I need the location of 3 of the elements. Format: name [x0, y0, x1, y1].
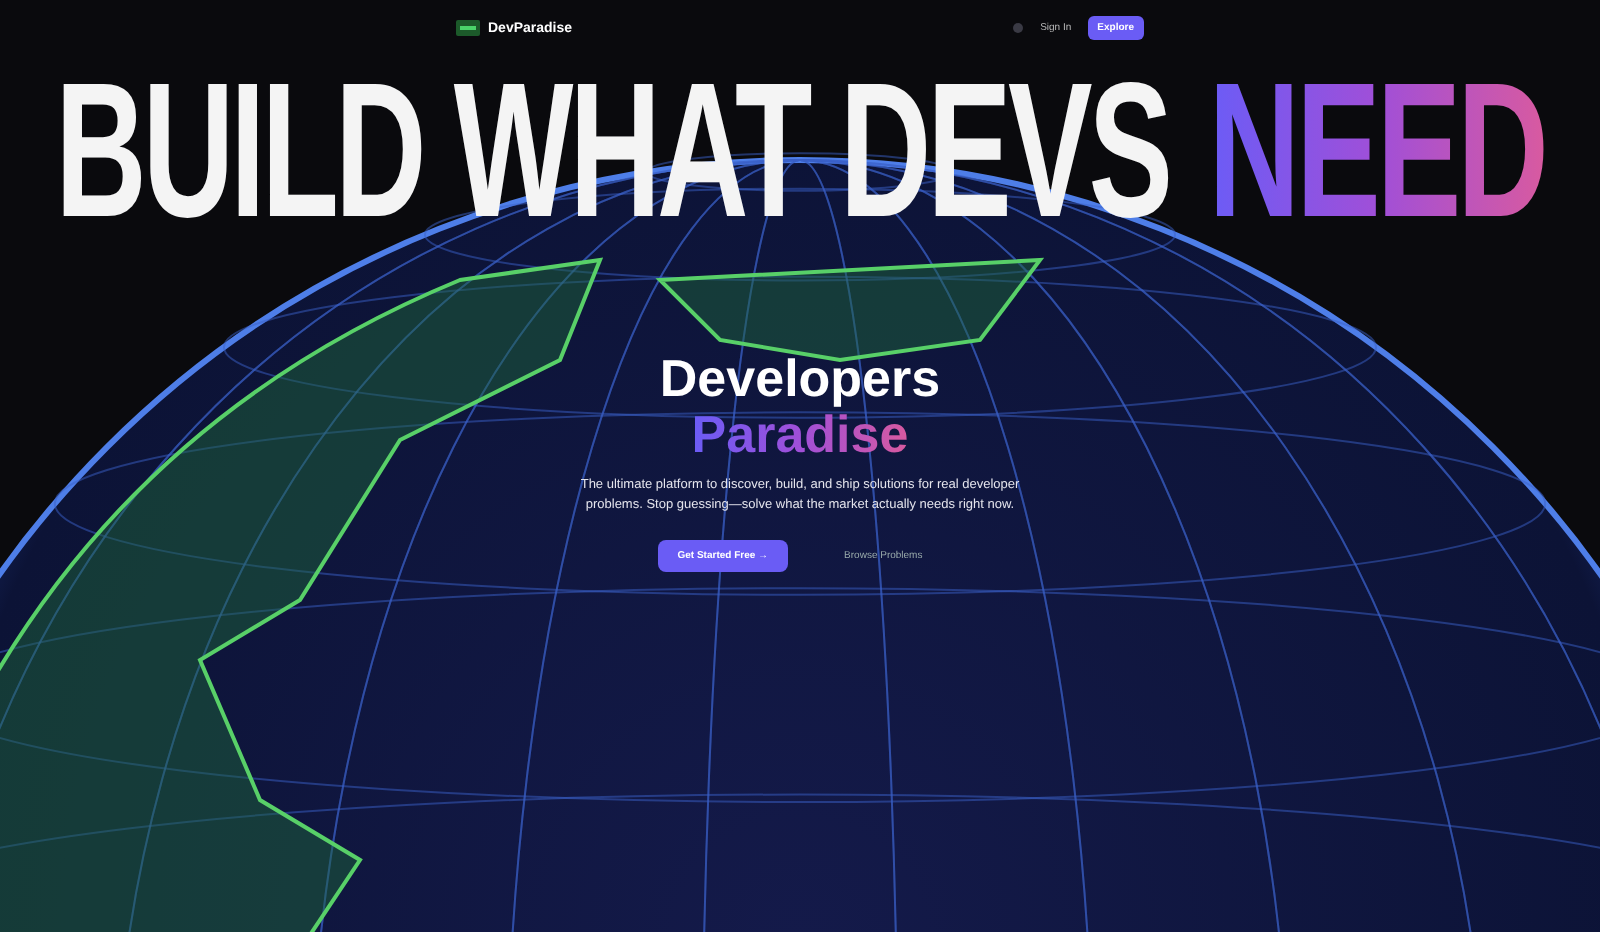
logo-icon: [456, 20, 480, 36]
theme-toggle-icon[interactable]: [1012, 22, 1025, 34]
hero-title: Developers: [659, 352, 941, 407]
